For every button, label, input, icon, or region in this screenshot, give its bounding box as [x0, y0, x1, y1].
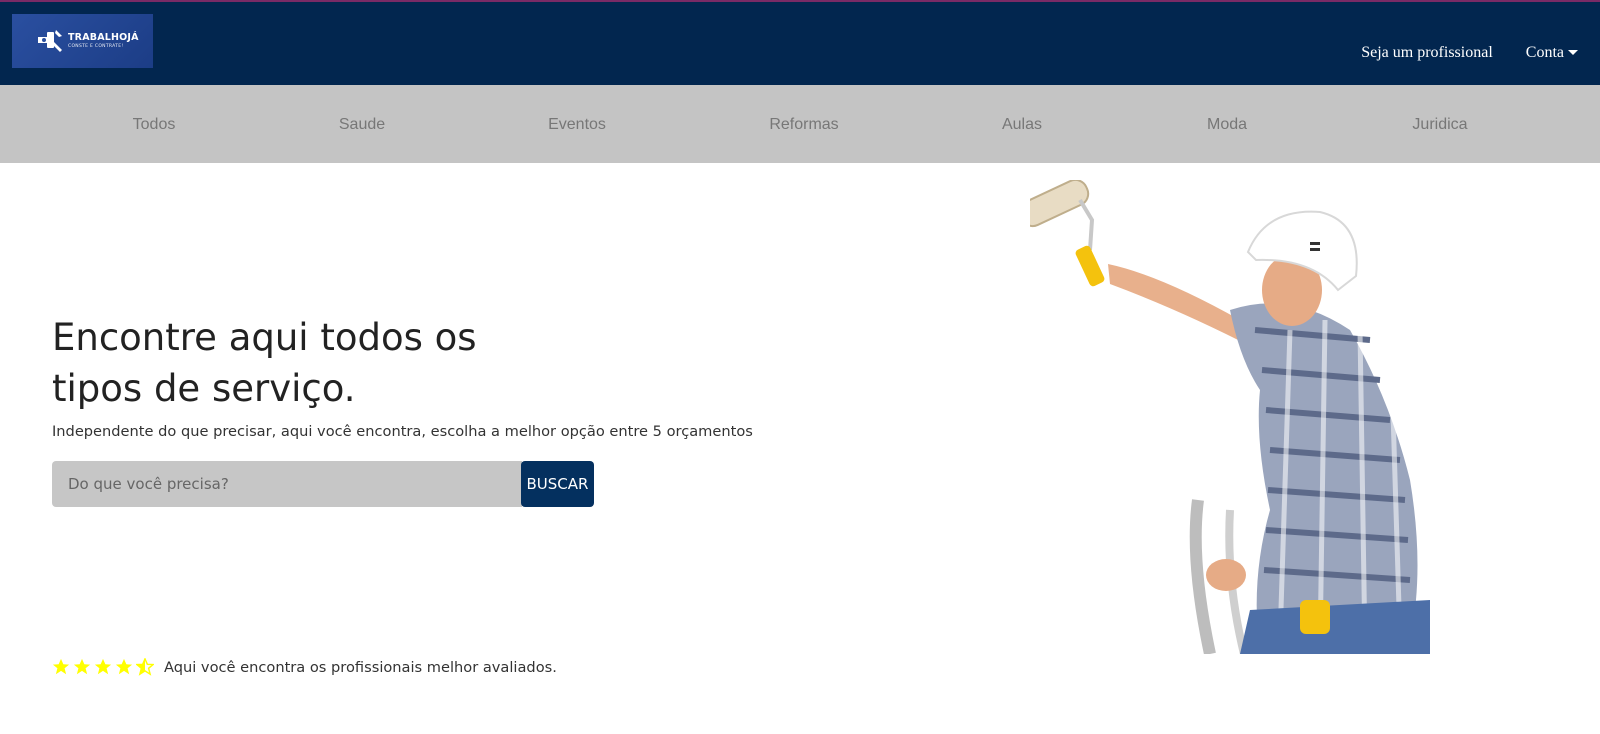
brand-logo[interactable]: TRABALHOJÁ CONSTE E CONTRATE!: [12, 14, 153, 68]
search-button[interactable]: BUSCAR: [521, 461, 594, 507]
star-icon: [94, 658, 112, 675]
brand-name: TRABALHOJÁ: [68, 31, 139, 43]
category-reformas[interactable]: Reformas: [769, 116, 838, 134]
painter-worker-image: [1030, 180, 1430, 654]
category-bar: Todos Saude Eventos Reformas Aulas Moda …: [0, 85, 1600, 163]
search-input[interactable]: [52, 461, 522, 507]
top-nav: Seja um profissional Conta: [1361, 44, 1578, 62]
brand-text: TRABALHOJÁ CONSTE E CONTRATE!: [68, 31, 139, 50]
brand-tagline: CONSTE E CONTRATE!: [68, 44, 124, 49]
hero-title-line2: tipos de serviço.: [52, 367, 356, 410]
category-todos[interactable]: Todos: [133, 116, 176, 134]
rating-stars: [52, 658, 154, 676]
rating-text: Aqui você encontra os profissionais melh…: [164, 658, 557, 676]
tools-icon: [38, 30, 62, 52]
account-label: Conta: [1525, 44, 1564, 61]
category-aulas[interactable]: Aulas: [1002, 116, 1042, 134]
rating-row: Aqui você encontra os profissionais melh…: [52, 658, 557, 676]
hero-subtitle: Independente do que precisar, aqui você …: [52, 423, 753, 440]
paint-roller: [1030, 180, 1105, 287]
be-professional-link[interactable]: Seja um profissional: [1361, 44, 1493, 62]
star-half-icon: [136, 658, 154, 676]
category-eventos[interactable]: Eventos: [548, 116, 606, 134]
star-icon: [115, 658, 133, 675]
caret-down-icon: [1568, 49, 1578, 55]
category-moda[interactable]: Moda: [1207, 116, 1247, 134]
hero-title-line1: Encontre aqui todos os: [52, 316, 477, 359]
star-icon: [52, 658, 70, 675]
category-saude[interactable]: Saude: [339, 116, 385, 134]
category-juridica[interactable]: Juridica: [1412, 116, 1467, 134]
top-header: TRABALHOJÁ CONSTE E CONTRATE! Seja um pr…: [0, 0, 1600, 85]
hero-title: Encontre aqui todos os tipos de serviço.: [52, 312, 572, 414]
account-dropdown[interactable]: Conta: [1526, 44, 1578, 62]
star-icon: [73, 658, 91, 675]
